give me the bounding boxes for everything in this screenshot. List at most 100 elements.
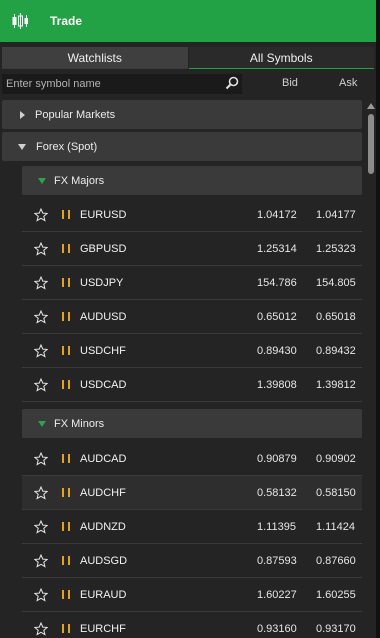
ask-price[interactable]: 0.87660 — [316, 555, 356, 567]
group-label: Forex (Spot) — [36, 140, 98, 153]
bid-price[interactable]: 1.25314 — [257, 243, 297, 255]
symbol-row-audcad[interactable]: AUDCAD 0.90879 0.90902 — [22, 442, 362, 476]
symbol-row-eurchf[interactable]: EURCHF 0.93160 0.93170 — [22, 612, 362, 638]
ask-column-header: Ask — [339, 77, 358, 89]
ask-price[interactable]: 154.805 — [316, 277, 356, 289]
symbol-row-audsgd[interactable]: AUDSGD 0.87593 0.87660 — [22, 544, 362, 578]
favorite-star-icon[interactable] — [34, 207, 48, 222]
subgroup-fx-minors[interactable]: FX Minors — [22, 409, 362, 438]
symbol-name: AUDSGD — [80, 554, 128, 567]
panel-edge — [376, 0, 380, 638]
symbol-name: USDJPY — [80, 276, 124, 289]
symbol-name: AUDNZD — [80, 520, 126, 533]
symbol-row-eurusd[interactable]: EURUSD 1.04172 1.04177 — [22, 198, 362, 232]
market-paused-icon — [62, 487, 70, 498]
trade-panel: Trade Watchlists All Symbols Bid Ask Pop… — [0, 0, 380, 638]
ask-price[interactable]: 0.89432 — [316, 345, 356, 357]
symbol-name: USDCAD — [80, 378, 127, 391]
favorite-star-icon[interactable] — [34, 451, 48, 466]
market-paused-icon — [62, 277, 70, 288]
symbol-name: EURCHF — [80, 622, 126, 635]
subgroup-fx-majors[interactable]: FX Majors — [22, 166, 362, 195]
expanded-triangle-icon — [38, 420, 46, 427]
ask-price[interactable]: 1.25323 — [316, 243, 356, 255]
favorite-star-icon[interactable] — [34, 377, 48, 392]
market-paused-icon — [62, 345, 70, 356]
bid-price[interactable]: 1.04172 — [257, 209, 297, 221]
favorite-star-icon[interactable] — [34, 519, 48, 534]
ask-price[interactable]: 0.93170 — [316, 623, 356, 635]
favorite-star-icon[interactable] — [34, 343, 48, 358]
symbol-tabs: Watchlists All Symbols — [2, 47, 374, 69]
list-scrollbar[interactable] — [366, 98, 376, 638]
symbol-row-audusd[interactable]: AUDUSD 0.65012 0.65018 — [22, 300, 362, 334]
symbol-row-gbpusd[interactable]: GBPUSD 1.25314 1.25323 — [22, 232, 362, 266]
market-paused-icon — [62, 589, 70, 600]
scrollbar-thumb[interactable] — [368, 114, 374, 174]
favorite-star-icon[interactable] — [34, 485, 48, 500]
search-row: Bid Ask — [2, 74, 376, 94]
symbol-row-usdjpy[interactable]: USDJPY 154.786 154.805 — [22, 266, 362, 300]
favorite-star-icon[interactable] — [34, 241, 48, 256]
panel-header: Trade — [0, 0, 376, 42]
candlestick-chart-icon[interactable] — [0, 0, 40, 42]
symbol-name: AUDCHF — [80, 486, 126, 499]
scroll-up-arrow-icon[interactable] — [367, 103, 375, 109]
symbol-name: EURAUD — [80, 588, 127, 601]
favorite-star-icon[interactable] — [34, 309, 48, 324]
expanded-triangle-icon — [18, 143, 26, 150]
search-box — [2, 74, 242, 94]
symbol-name: EURUSD — [80, 208, 127, 221]
ask-price[interactable]: 0.90902 — [316, 453, 356, 465]
favorite-star-icon[interactable] — [34, 587, 48, 602]
symbol-search-input[interactable] — [2, 78, 212, 90]
group-popular-markets[interactable]: Popular Markets — [2, 100, 362, 129]
ask-price[interactable]: 1.11424 — [316, 521, 355, 533]
bid-price[interactable]: 1.11395 — [257, 521, 296, 533]
bid-price[interactable]: 0.90879 — [257, 453, 297, 465]
symbol-row-audchf[interactable]: AUDCHF 0.58132 0.58150 — [22, 476, 362, 510]
bid-price[interactable]: 1.60227 — [257, 589, 297, 601]
bid-price[interactable]: 0.58132 — [257, 487, 297, 499]
bid-price[interactable]: 1.39808 — [257, 379, 297, 391]
market-paused-icon — [62, 209, 70, 220]
ask-price[interactable]: 1.60255 — [316, 589, 356, 601]
market-paused-icon — [62, 623, 70, 634]
panel-title: Trade — [50, 14, 83, 28]
bid-column-header: Bid — [282, 77, 298, 89]
favorite-star-icon[interactable] — [34, 275, 48, 290]
symbol-name: AUDCAD — [80, 452, 127, 465]
tab-watchlists[interactable]: Watchlists — [2, 47, 189, 69]
favorite-star-icon[interactable] — [34, 621, 48, 636]
collapsed-triangle-icon — [20, 110, 25, 119]
symbol-name: GBPUSD — [80, 242, 127, 255]
market-paused-icon — [62, 555, 70, 566]
ask-price[interactable]: 0.65018 — [316, 311, 356, 323]
symbol-name: USDCHF — [80, 344, 126, 357]
ask-price[interactable]: 0.58150 — [316, 487, 356, 499]
market-paused-icon — [62, 379, 70, 390]
symbol-row-usdcad[interactable]: USDCAD 1.39808 1.39812 — [22, 368, 362, 402]
ask-price[interactable]: 1.39812 — [316, 379, 356, 391]
group-label: Popular Markets — [35, 108, 116, 121]
symbol-row-usdchf[interactable]: USDCHF 0.89430 0.89432 — [22, 334, 362, 368]
bid-price[interactable]: 0.89430 — [257, 345, 297, 357]
search-icon[interactable] — [225, 76, 239, 95]
favorite-star-icon[interactable] — [34, 553, 48, 568]
subgroup-label: FX Majors — [54, 174, 105, 187]
group-forex-spot[interactable]: Forex (Spot) — [2, 132, 362, 161]
ask-price[interactable]: 1.04177 — [316, 209, 356, 221]
symbol-row-audnzd[interactable]: AUDNZD 1.11395 1.11424 — [22, 510, 362, 544]
symbol-list: Popular Markets Forex (Spot) FX Majors E… — [0, 98, 366, 638]
tab-all-symbols[interactable]: All Symbols — [188, 47, 374, 69]
symbol-name: AUDUSD — [80, 310, 127, 323]
expanded-triangle-icon — [38, 177, 46, 184]
bid-price[interactable]: 0.65012 — [257, 311, 297, 323]
bid-price[interactable]: 0.87593 — [257, 555, 297, 567]
market-paused-icon — [62, 243, 70, 254]
symbol-row-euraud[interactable]: EURAUD 1.60227 1.60255 — [22, 578, 362, 612]
bid-price[interactable]: 0.93160 — [257, 623, 297, 635]
market-paused-icon — [62, 453, 70, 464]
bid-price[interactable]: 154.786 — [257, 277, 297, 289]
market-paused-icon — [62, 311, 70, 322]
